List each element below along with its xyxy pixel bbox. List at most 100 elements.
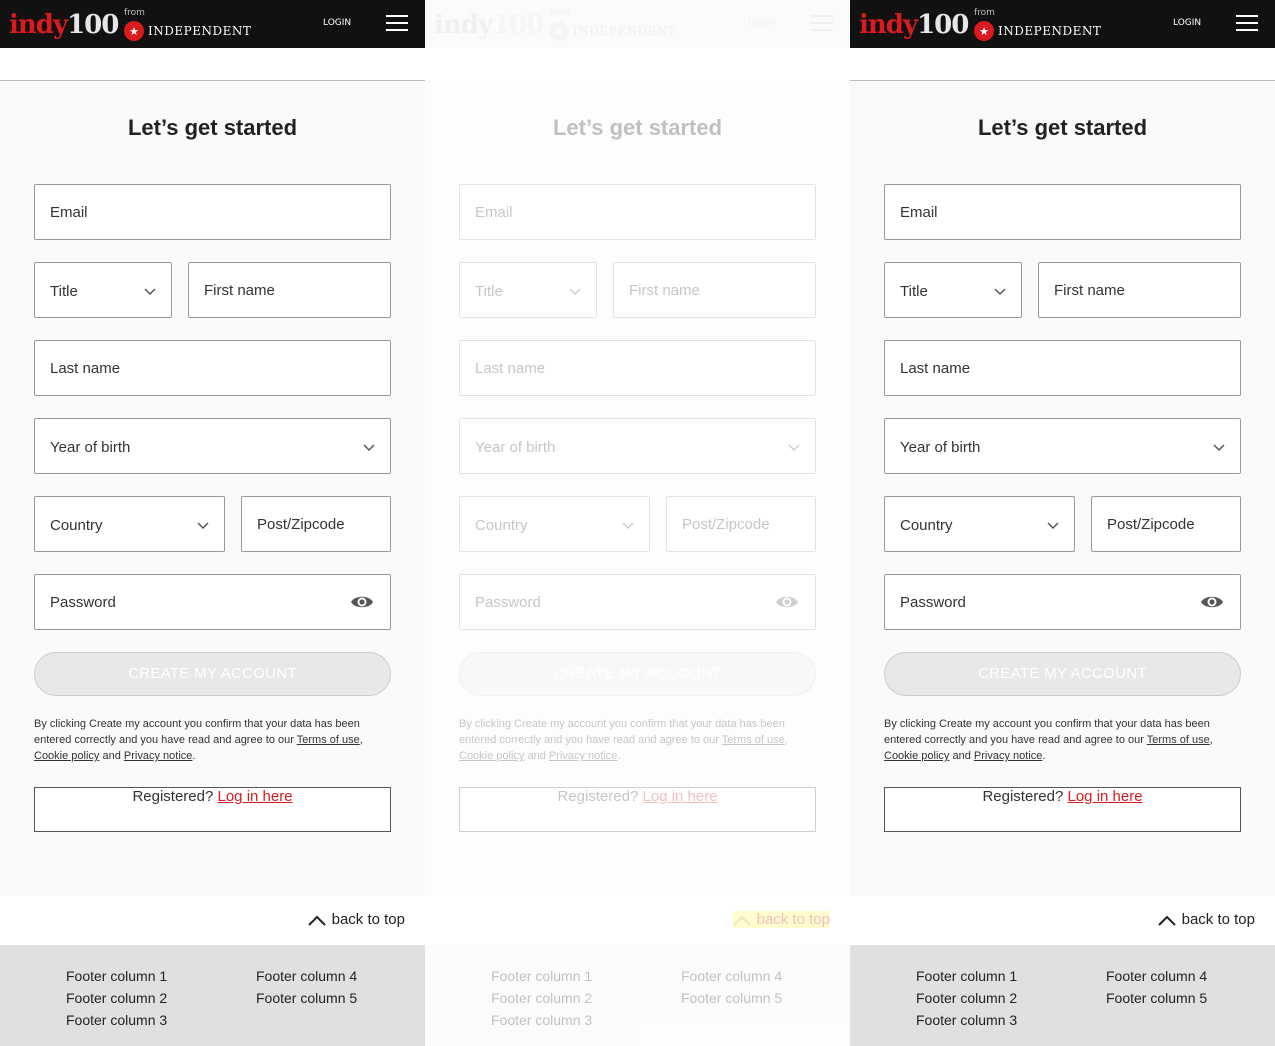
independent-wordmark: INDEPENDENT — [573, 24, 677, 38]
email-input[interactable] — [885, 185, 1240, 239]
header-login-link[interactable]: LOGIN — [1173, 18, 1201, 28]
first-name-field[interactable] — [1038, 262, 1241, 318]
postcode-field[interactable] — [666, 496, 816, 552]
first-name-input[interactable] — [1039, 263, 1240, 317]
postcode-field[interactable] — [241, 496, 391, 552]
footer-link[interactable]: Footer column 3 — [916, 1009, 1017, 1031]
cookie-policy-link[interactable]: Cookie policy — [884, 750, 949, 762]
log-in-here-link[interactable]: Log in here — [218, 788, 293, 805]
email-input[interactable] — [35, 185, 390, 239]
password-input[interactable] — [35, 575, 390, 629]
last-name-input[interactable] — [885, 341, 1240, 395]
footer-link[interactable]: Footer column 4 — [256, 965, 357, 987]
terms-of-use-link[interactable]: Terms of use — [722, 734, 785, 746]
chevron-up-icon — [307, 915, 326, 926]
footer-column-right: Footer column 4 Footer column 5 — [1106, 965, 1207, 1009]
footer-link[interactable]: Footer column 5 — [256, 987, 357, 1009]
hamburger-menu-icon[interactable] — [811, 15, 833, 31]
email-input[interactable] — [460, 185, 815, 239]
page-title: Let’s get started — [977, 115, 1148, 140]
signup-form-area: Let’s get started Title Year of birth — [850, 81, 1275, 896]
password-field[interactable] — [34, 574, 391, 630]
country-select[interactable]: Country — [34, 496, 225, 552]
footer-link[interactable]: Footer column 1 — [916, 965, 1017, 987]
independent-wordmark: INDEPENDENT — [998, 24, 1102, 38]
site-footer: Footer column 1 Footer column 2 Footer c… — [425, 945, 850, 1046]
title-select[interactable]: Title — [884, 262, 1022, 318]
last-name-input[interactable] — [460, 341, 815, 395]
country-select[interactable]: Country — [884, 496, 1075, 552]
first-name-input[interactable] — [614, 263, 815, 317]
last-name-field[interactable] — [884, 340, 1241, 396]
country-select[interactable]: Country — [459, 496, 650, 552]
footer-link[interactable]: Footer column 4 — [681, 965, 782, 987]
chevron-down-icon — [994, 288, 1006, 296]
footer-link[interactable]: Footer column 5 — [1106, 987, 1207, 1009]
indy100-logo[interactable]: indy100 — [859, 10, 969, 40]
postcode-field[interactable] — [1091, 496, 1241, 552]
header-login-link[interactable]: LOGIN — [323, 18, 351, 28]
independent-logo[interactable]: ★ INDEPENDENT — [124, 21, 251, 41]
independent-logo[interactable]: ★ INDEPENDENT — [974, 21, 1101, 41]
last-name-field[interactable] — [459, 340, 816, 396]
indy100-logo[interactable]: indy100 — [9, 10, 119, 40]
privacy-notice-link[interactable]: Privacy notice — [974, 750, 1042, 762]
log-in-here-link[interactable]: Log in here — [643, 788, 718, 805]
show-password-eye-icon[interactable] — [775, 593, 799, 611]
create-account-button[interactable]: CREATE MY ACCOUNT — [459, 652, 816, 696]
footer-column-right: Footer column 4 Footer column 5 — [681, 965, 782, 1009]
footer-link[interactable]: Footer column 1 — [66, 965, 167, 987]
show-password-eye-icon[interactable] — [1200, 593, 1224, 611]
postcode-input[interactable] — [667, 497, 815, 551]
site-footer: Footer column 1 Footer column 2 Footer c… — [0, 945, 425, 1046]
year-of-birth-select[interactable]: Year of birth — [34, 418, 391, 474]
footer-link[interactable]: Footer column 3 — [66, 1009, 167, 1031]
footer-link[interactable]: Footer column 3 — [491, 1009, 592, 1031]
header-sub-bar — [0, 48, 425, 81]
hamburger-menu-icon[interactable] — [1236, 15, 1258, 31]
postcode-input[interactable] — [1092, 497, 1240, 551]
first-name-input[interactable] — [189, 263, 390, 317]
footer-link[interactable]: Footer column 2 — [916, 987, 1017, 1009]
show-password-eye-icon[interactable] — [350, 593, 374, 611]
year-of-birth-select[interactable]: Year of birth — [459, 418, 816, 474]
first-name-field[interactable] — [613, 262, 816, 318]
postcode-input[interactable] — [242, 497, 390, 551]
last-name-field[interactable] — [34, 340, 391, 396]
last-name-input[interactable] — [35, 341, 390, 395]
footer-link[interactable]: Footer column 4 — [1106, 965, 1207, 987]
header-login-link[interactable]: LOGIN — [748, 18, 776, 28]
first-name-field[interactable] — [188, 262, 391, 318]
title-select[interactable]: Title — [34, 262, 172, 318]
terms-of-use-link[interactable]: Terms of use — [1147, 734, 1210, 746]
email-field[interactable] — [459, 184, 816, 240]
footer-link[interactable]: Footer column 1 — [491, 965, 592, 987]
terms-of-use-link[interactable]: Terms of use — [297, 734, 360, 746]
privacy-notice-link[interactable]: Privacy notice — [124, 750, 192, 762]
create-account-button[interactable]: CREATE MY ACCOUNT — [34, 652, 391, 696]
password-input[interactable] — [460, 575, 815, 629]
cookie-policy-link[interactable]: Cookie policy — [459, 750, 524, 762]
footer-link[interactable]: Footer column 5 — [681, 987, 782, 1009]
hamburger-menu-icon[interactable] — [386, 15, 408, 31]
privacy-notice-link[interactable]: Privacy notice — [549, 750, 617, 762]
independent-logo[interactable]: ★ INDEPENDENT — [549, 21, 676, 41]
footer-link[interactable]: Footer column 2 — [66, 987, 167, 1009]
indy100-logo[interactable]: indy100 — [434, 10, 544, 40]
title-select[interactable]: Title — [459, 262, 597, 318]
footer-column-right: Footer column 4 Footer column 5 — [256, 965, 357, 1009]
email-field[interactable] — [884, 184, 1241, 240]
back-to-top-link[interactable]: back to top — [307, 911, 405, 928]
password-field[interactable] — [884, 574, 1241, 630]
cookie-policy-link[interactable]: Cookie policy — [34, 750, 99, 762]
password-input[interactable] — [885, 575, 1240, 629]
back-to-top-link[interactable]: back to top — [1157, 911, 1255, 928]
signup-form-area: Let’s get started Title Year of birth — [0, 81, 425, 896]
year-of-birth-select[interactable]: Year of birth — [884, 418, 1241, 474]
password-field[interactable] — [459, 574, 816, 630]
back-to-top-link[interactable]: back to top — [732, 911, 830, 928]
create-account-button[interactable]: CREATE MY ACCOUNT — [884, 652, 1241, 696]
log-in-here-link[interactable]: Log in here — [1068, 788, 1143, 805]
email-field[interactable] — [34, 184, 391, 240]
footer-link[interactable]: Footer column 2 — [491, 987, 592, 1009]
